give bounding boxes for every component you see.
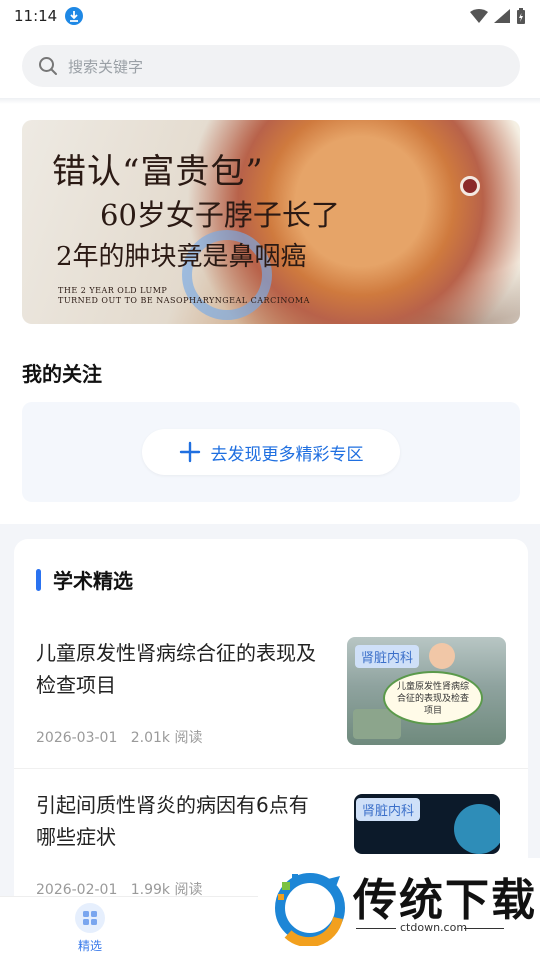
article-meta: 2026-03-01 2.01k 阅读 [36, 727, 202, 747]
search-placeholder: 搜索关键字 [68, 57, 144, 76]
grid-icon [75, 903, 105, 933]
watermark-rule [464, 928, 504, 929]
academic-title: 学术精选 [53, 569, 133, 593]
signal-icon [494, 9, 510, 23]
department-tag: 肾脏内科 [355, 645, 420, 668]
plus-icon [179, 441, 200, 463]
academic-header: 学术精选 [36, 565, 133, 594]
search-bar[interactable]: 搜索关键字 [22, 45, 520, 87]
watermark-url: ctdown.com [400, 921, 468, 934]
my-follow-title: 我的关注 [22, 362, 102, 386]
banner-headline-2: 60岁女子脖子长了 [100, 198, 340, 232]
discover-zones-button[interactable]: 去发现更多精彩专区 [142, 429, 400, 475]
watermark-rule [356, 928, 396, 929]
article-title: 引起间质性肾炎的病因有6点有哪些症状 [36, 793, 309, 849]
download-icon [65, 7, 84, 25]
department-tag: 肾脏内科 [356, 798, 421, 821]
article-date: 2026-03-01 [36, 730, 118, 746]
wifi-icon [470, 9, 488, 23]
banner-dot [460, 176, 480, 196]
search-icon [39, 57, 57, 75]
article-separator [14, 768, 528, 769]
banner-headline-3: 2年的肿块竟是鼻咽癌 [56, 242, 307, 272]
thumb-nurse [429, 643, 455, 669]
top-section: 搜索关键字 错认“富贵包” 60岁女子脖子长了 2年的肿块竟是鼻咽癌 THE 2… [0, 32, 540, 524]
tab-featured[interactable]: 精选 [60, 903, 120, 954]
banner-headline-1: 错认“富贵包” [52, 152, 264, 192]
article-thumbnail: 肾脏内科 [354, 794, 500, 854]
status-time: 11:14 [14, 7, 58, 25]
article-title: 儿童原发性肾病综合征的表现及检查项目 [36, 641, 316, 697]
watermark-brand: 传统下载 [353, 875, 537, 926]
brand-logo-icon [275, 873, 345, 946]
discover-zones-label: 去发现更多精彩专区 [210, 444, 364, 465]
banner-english-2: TURNED OUT TO BE NASOPHARYNGEAL CARCINOM… [58, 296, 310, 305]
tab-featured-label: 精选 [77, 939, 102, 953]
article-card[interactable]: 儿童原发性肾病综合征的表现及检查项目 2026-03-01 2.01k 阅读 儿… [14, 637, 528, 787]
banner-english-1: THE 2 YEAR OLD LUMP [58, 286, 168, 295]
article-reads: 2.01k 阅读 [130, 730, 203, 746]
site-watermark: 传统下载 ctdown.com [258, 858, 540, 960]
battery-icon [517, 8, 525, 24]
thumb-caption: 儿童原发性肾病综合征的表现及检查项目 [396, 682, 469, 716]
header-divider [0, 98, 540, 104]
banner-carousel[interactable]: 错认“富贵包” 60岁女子脖子长了 2年的肿块竟是鼻咽癌 THE 2 YEAR … [22, 120, 520, 324]
my-follow-panel: 去发现更多精彩专区 [22, 402, 520, 502]
section-accent-bar [36, 568, 41, 591]
article-thumbnail: 儿童原发性肾病综合征的表现及检查项目 肾脏内科 [347, 637, 506, 745]
thumb-kidney [454, 804, 500, 854]
status-bar: 11:14 [0, 0, 540, 32]
